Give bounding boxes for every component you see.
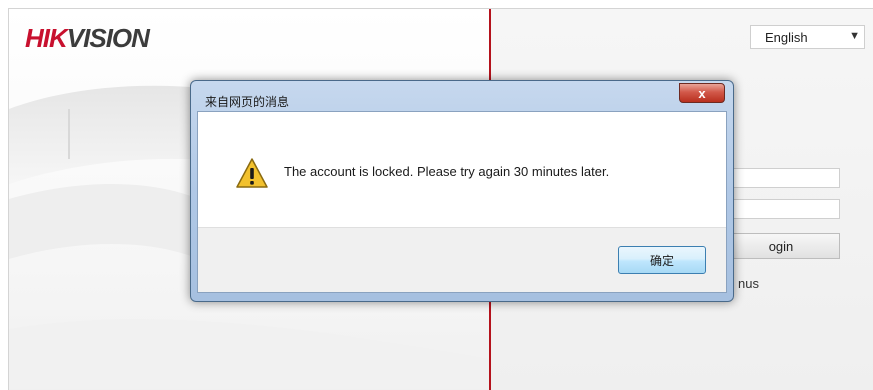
hikvision-logo: HIKVISION <box>25 23 150 54</box>
alert-dialog: 来自网页的消息 x The account is locked. Please … <box>190 80 734 302</box>
close-button[interactable]: x <box>679 83 725 103</box>
logo-text-primary: HIK <box>25 23 68 53</box>
username-input[interactable] <box>720 168 840 188</box>
ok-button-label: 确定 <box>649 253 674 268</box>
dialog-title: 来自网页的消息 <box>205 95 290 109</box>
warning-icon <box>236 158 268 188</box>
login-status-text: nus <box>738 276 759 291</box>
language-select-value: English <box>765 29 808 45</box>
login-button-label: ogin <box>768 238 794 254</box>
close-icon: x <box>698 85 706 101</box>
dialog-body: The account is locked. Please try again … <box>197 111 727 293</box>
logo-text-secondary: VISION <box>66 23 150 53</box>
password-input[interactable] <box>720 199 840 219</box>
dialog-footer: 确定 <box>198 227 726 292</box>
login-button[interactable]: ogin <box>722 233 840 259</box>
chevron-down-icon: ▼ <box>849 30 860 42</box>
ok-button[interactable]: 确定 <box>618 246 706 274</box>
language-select[interactable]: English ▼ <box>750 25 865 49</box>
dialog-message: The account is locked. Please try again … <box>284 164 610 179</box>
